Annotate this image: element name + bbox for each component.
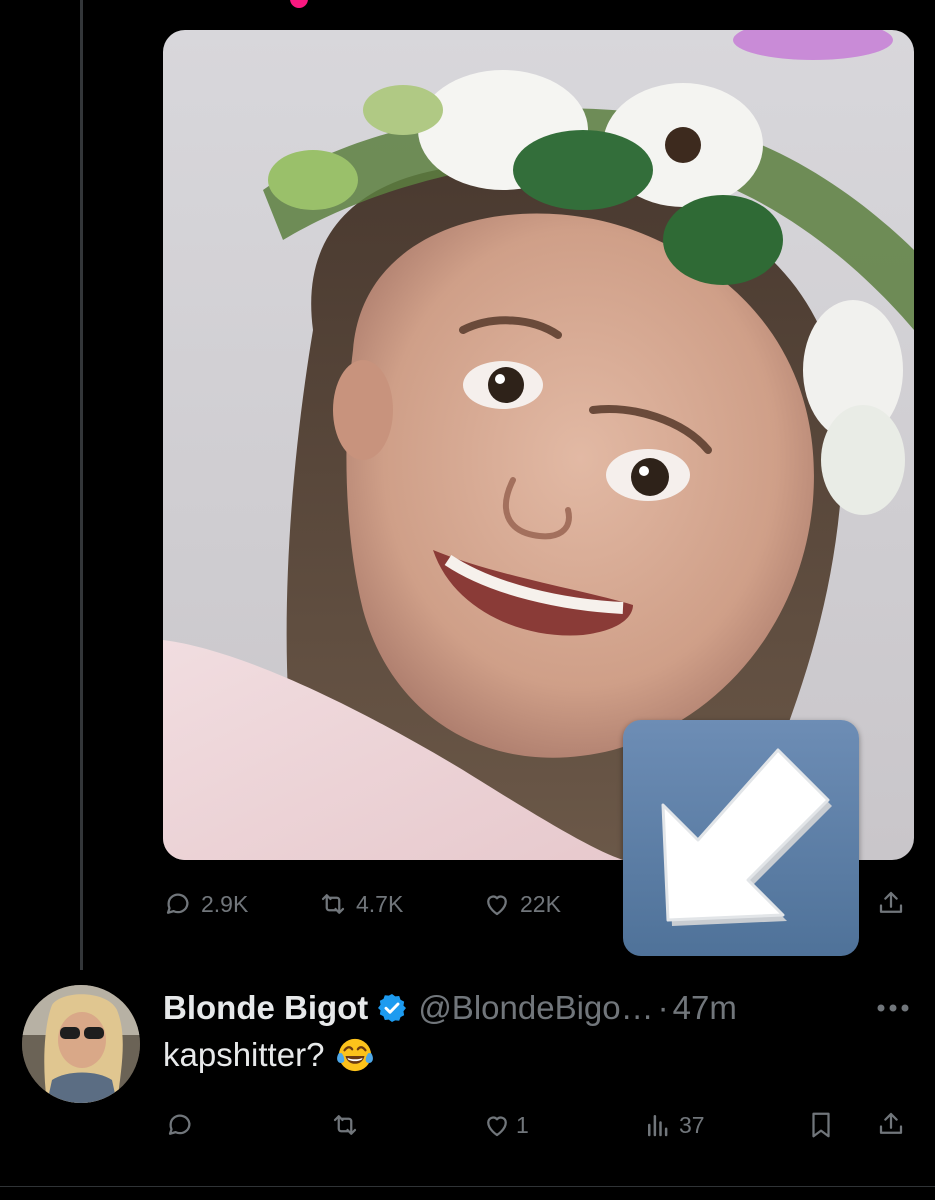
- like-action[interactable]: 22K: [482, 889, 561, 919]
- repost-icon: [333, 1115, 357, 1135]
- repost-action-2[interactable]: [330, 1110, 368, 1140]
- heart-icon: [487, 895, 507, 916]
- repost-count: 4.7K: [356, 890, 404, 917]
- down-left-arrow-emoji: [623, 720, 859, 956]
- bookmark-icon: [812, 1112, 830, 1138]
- analytics-bars-icon: [648, 1115, 668, 1137]
- avatar[interactable]: [22, 985, 140, 1103]
- share-icon: [879, 1112, 903, 1134]
- views-action[interactable]: 37: [643, 1110, 705, 1140]
- reply-count: 2.9K: [201, 890, 249, 917]
- profile-photo-icon: [22, 985, 140, 1103]
- speech-bubble-icon: [166, 893, 189, 914]
- like-count: 22K: [520, 890, 561, 917]
- verified-badge-icon: [378, 994, 407, 1022]
- more-options-button[interactable]: [873, 988, 913, 1028]
- timestamp[interactable]: 47m: [673, 989, 737, 1027]
- reply-action[interactable]: 2.9K: [163, 889, 248, 919]
- reply-text: kapshitter?: [163, 1036, 325, 1073]
- reply-header: Blonde Bigot @BlondeBigo… · 47m: [163, 984, 737, 1032]
- timeline: 2.9K 4.7K 22K Blonde Bigot @BlondeBigo… …: [0, 0, 935, 1200]
- ellipsis-icon: [877, 1004, 909, 1012]
- repost-icon: [321, 894, 345, 914]
- display-name[interactable]: Blonde Bigot: [163, 989, 368, 1027]
- view-count: 37: [679, 1111, 705, 1138]
- down-left-arrow-icon: [661, 748, 832, 926]
- like-count-2: 1: [516, 1111, 529, 1138]
- user-handle[interactable]: @BlondeBigo…: [418, 989, 653, 1027]
- reply-body: kapshitter?: [163, 1036, 374, 1074]
- share-icon: [879, 891, 903, 913]
- thread-connector-line: [80, 0, 83, 970]
- share-action[interactable]: [876, 888, 906, 918]
- heart-icon: [487, 1116, 507, 1137]
- like-action-2[interactable]: 1: [482, 1110, 529, 1140]
- share-action-2[interactable]: [876, 1109, 906, 1139]
- reply-action-2[interactable]: [165, 1110, 203, 1140]
- speech-bubble-icon: [168, 1114, 191, 1135]
- separator-dot: ·: [657, 989, 669, 1026]
- bookmark-action[interactable]: [806, 1110, 836, 1140]
- repost-action[interactable]: 4.7K: [318, 889, 403, 919]
- face-with-tears-of-joy-icon: [337, 1038, 374, 1072]
- divider: [0, 1186, 935, 1187]
- clipped-emoji-fragment: [290, 0, 308, 8]
